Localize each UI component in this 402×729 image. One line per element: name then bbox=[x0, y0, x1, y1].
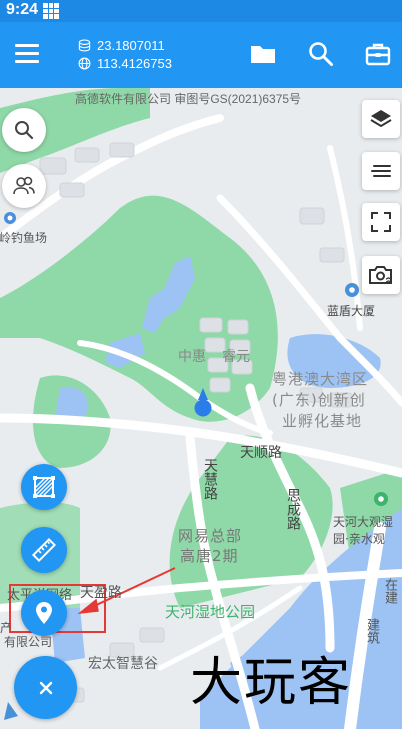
fullscreen-button[interactable] bbox=[362, 203, 400, 241]
map-label-zhonghui: 中惠 bbox=[178, 349, 206, 365]
list-icon bbox=[371, 165, 391, 177]
latitude-icon bbox=[78, 39, 91, 51]
longitude-value: 113.4126753 bbox=[97, 55, 172, 71]
polygon-area-icon bbox=[33, 476, 55, 498]
map-view[interactable]: 高德软件有限公司 审图号GS(2021)6375号 岭钓鱼场 中惠 睿元 粤港澳… bbox=[0, 88, 402, 729]
map-label-gangao-2: (广东)创新创 bbox=[272, 391, 366, 409]
map-search-button[interactable] bbox=[2, 108, 46, 152]
users-button[interactable] bbox=[2, 164, 46, 208]
map-label-tianhe-daguan-1: 天河大观湿 bbox=[333, 515, 394, 529]
map-label-tianhe-daguan-2: 园·亲水观 bbox=[333, 532, 385, 546]
map-copyright: 高德软件有限公司 审图号GS(2021)6375号 bbox=[75, 92, 302, 106]
map-label-ruiyuan: 睿元 bbox=[222, 349, 250, 365]
area-measure-button[interactable] bbox=[21, 464, 67, 510]
map-label-lanhu: 蓝盾大厦 bbox=[327, 304, 376, 318]
map-label-wangyi-1: 网易总部 bbox=[178, 527, 243, 545]
coordinates-display: 23.1807011 113.4126753 bbox=[78, 36, 172, 72]
map-label-jianzhu: 建筑 bbox=[364, 618, 379, 644]
map-label-wangyi-2: 高唐2期 bbox=[180, 547, 239, 565]
ruler-icon bbox=[31, 537, 57, 563]
search-icon bbox=[15, 121, 34, 140]
camera-button[interactable] bbox=[362, 256, 400, 294]
map-label-tianhui: 天慧路 bbox=[202, 458, 218, 500]
distance-measure-button[interactable] bbox=[21, 527, 67, 573]
status-bar: 9:24 bbox=[0, 0, 402, 22]
add-point-button[interactable] bbox=[21, 590, 67, 636]
top-app-bar: 23.1807011 113.4126753 bbox=[0, 22, 402, 88]
map-label-tianshun: 天顺路 bbox=[240, 445, 282, 461]
layers-icon bbox=[370, 110, 392, 128]
layers-button[interactable] bbox=[362, 100, 400, 138]
users-icon bbox=[13, 176, 35, 195]
search-icon[interactable] bbox=[307, 40, 335, 68]
globe-icon bbox=[78, 57, 91, 69]
fullscreen-icon bbox=[371, 212, 391, 232]
map-label-chan: 产 bbox=[0, 621, 13, 635]
toolbox-icon[interactable] bbox=[364, 40, 392, 68]
camera-icon bbox=[369, 266, 392, 284]
map-label-zai: 在建 bbox=[382, 578, 397, 604]
map-label-gangao-1: 粤港澳大湾区 bbox=[272, 370, 369, 388]
status-time: 9:24 bbox=[6, 1, 39, 18]
map-label-gangao-3: 业孵化基地 bbox=[282, 412, 363, 430]
close-icon bbox=[39, 681, 52, 694]
latitude-value: 23.1807011 bbox=[97, 37, 165, 53]
map-label-sicheng: 思成路 bbox=[285, 488, 301, 530]
watermark: 大玩客 bbox=[190, 653, 353, 713]
map-label-wetland: 天河湿地公园 bbox=[165, 603, 256, 621]
map-label-fishing: 岭钓鱼场 bbox=[0, 231, 48, 245]
close-fab-button[interactable] bbox=[14, 656, 77, 719]
menu-icon[interactable] bbox=[15, 44, 39, 64]
list-button[interactable] bbox=[362, 152, 400, 190]
location-pin-icon bbox=[36, 602, 52, 624]
map-label-tianying: 天盈路 bbox=[80, 585, 122, 601]
map-label-hongtai: 宏太智慧谷 bbox=[88, 656, 158, 672]
app-grid-icon bbox=[43, 3, 59, 19]
folder-icon[interactable] bbox=[249, 40, 277, 68]
